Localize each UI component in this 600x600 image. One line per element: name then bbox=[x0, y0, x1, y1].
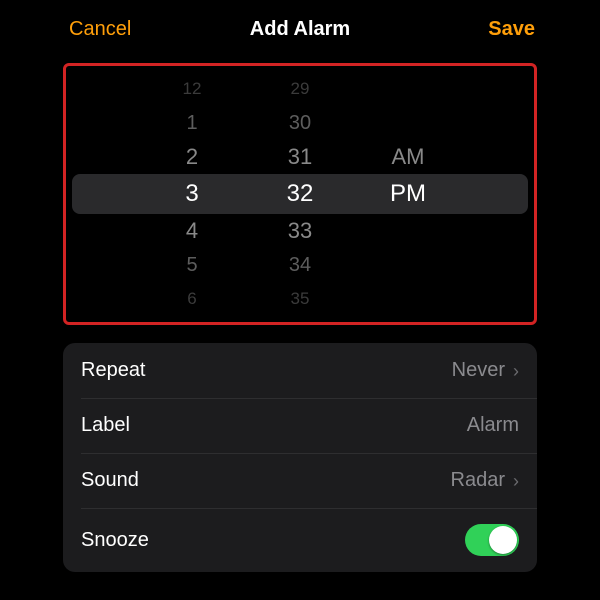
hour-option[interactable]: 1 bbox=[186, 106, 197, 140]
minute-option[interactable]: 33 bbox=[288, 214, 312, 248]
chevron-right-icon: › bbox=[513, 362, 519, 380]
save-button[interactable]: Save bbox=[488, 18, 535, 41]
hour-option[interactable]: 4 bbox=[186, 214, 198, 248]
time-picker[interactable]: 12 1 2 3 4 5 6 29 30 31 32 bbox=[66, 74, 534, 314]
hour-option[interactable]: 12 bbox=[183, 72, 202, 106]
hour-option[interactable]: 5 bbox=[186, 248, 197, 282]
minute-wheel[interactable]: 29 30 31 32 33 34 35 bbox=[265, 74, 335, 314]
minute-selected[interactable]: 32 bbox=[287, 174, 314, 214]
sound-value: Radar bbox=[451, 469, 505, 492]
label-row[interactable]: Label Alarm bbox=[63, 398, 537, 453]
label-value: Alarm bbox=[467, 414, 519, 437]
sound-label: Sound bbox=[81, 469, 139, 492]
minute-option[interactable]: 29 bbox=[291, 72, 310, 106]
page-title: Add Alarm bbox=[250, 18, 350, 41]
hour-selected[interactable]: 3 bbox=[185, 174, 198, 214]
settings-list: Repeat Never › Label Alarm Sound Radar ›… bbox=[63, 343, 537, 572]
ampm-option[interactable]: AM bbox=[392, 140, 425, 174]
label-label: Label bbox=[81, 414, 130, 437]
repeat-value: Never bbox=[452, 359, 505, 382]
snooze-row: Snooze bbox=[63, 508, 537, 572]
minute-option[interactable]: 31 bbox=[288, 140, 312, 174]
hour-option[interactable]: 6 bbox=[187, 282, 196, 316]
time-picker-highlight: 12 1 2 3 4 5 6 29 30 31 32 bbox=[63, 63, 537, 325]
cancel-button[interactable]: Cancel bbox=[69, 18, 131, 41]
minute-option[interactable]: 35 bbox=[291, 282, 310, 316]
hour-wheel[interactable]: 12 1 2 3 4 5 6 bbox=[157, 74, 227, 314]
ampm-wheel[interactable]: AM PM bbox=[373, 74, 443, 314]
repeat-row[interactable]: Repeat Never › bbox=[63, 343, 537, 398]
toggle-knob bbox=[489, 526, 517, 554]
snooze-toggle[interactable] bbox=[465, 524, 519, 556]
ampm-selected[interactable]: PM bbox=[390, 174, 426, 214]
repeat-label: Repeat bbox=[81, 359, 146, 382]
chevron-right-icon: › bbox=[513, 472, 519, 490]
minute-option[interactable]: 30 bbox=[289, 106, 311, 140]
snooze-label: Snooze bbox=[81, 529, 149, 552]
hour-option[interactable]: 2 bbox=[186, 140, 198, 174]
sound-row[interactable]: Sound Radar › bbox=[63, 453, 537, 508]
minute-option[interactable]: 34 bbox=[289, 248, 311, 282]
header-bar: Cancel Add Alarm Save bbox=[45, 0, 555, 55]
add-alarm-screen: Cancel Add Alarm Save 12 1 2 3 4 5 6 bbox=[45, 0, 555, 600]
